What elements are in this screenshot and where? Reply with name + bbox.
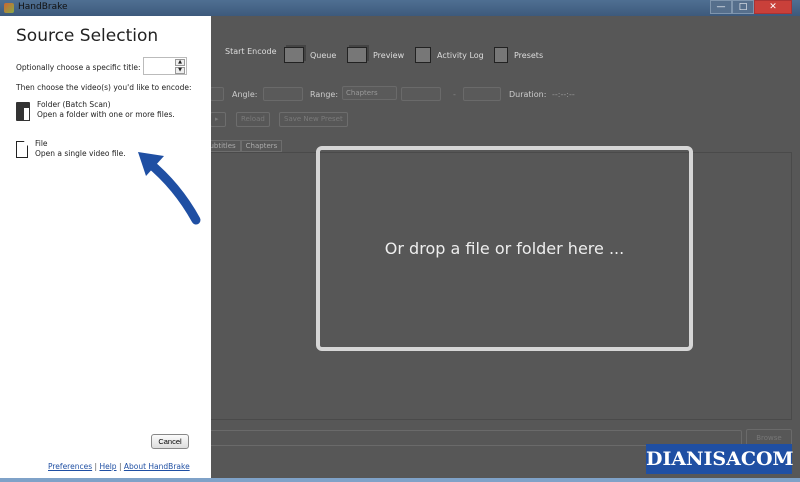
activity-log-button[interactable]: Activity Log (415, 47, 484, 63)
range-dropdown[interactable]: Chapters (342, 86, 397, 100)
title-dropdown[interactable] (210, 87, 224, 101)
save-new-preset-button[interactable]: Save New Preset (279, 112, 348, 127)
folder-icon (16, 102, 30, 121)
annotation-arrow-icon (138, 152, 201, 225)
duration-label: Duration: (509, 90, 547, 99)
title-prompt: Optionally choose a specific title: (16, 63, 141, 72)
file-option-desc: Open a single video file. (35, 149, 126, 158)
preview-button[interactable]: Preview (347, 47, 404, 63)
file-option-title: File (35, 139, 48, 148)
next-button[interactable]: ▸ (210, 112, 226, 127)
presets-label: Presets (514, 50, 544, 60)
angle-dropdown[interactable] (263, 87, 303, 101)
start-encode-label: Start Encode (225, 47, 277, 56)
duration-value: --:--:-- (552, 90, 575, 99)
file-option[interactable]: File Open a single video file. (16, 139, 126, 159)
folder-option-desc: Open a folder with one or more files. (37, 110, 175, 119)
watermark-logo: DIANISACOM (646, 444, 794, 474)
taskbar (0, 478, 800, 482)
start-encode-button[interactable]: Start Encode (225, 47, 277, 56)
queue-label: Queue (310, 50, 337, 60)
range-start-dropdown[interactable] (401, 87, 441, 101)
spin-down-icon[interactable]: ▼ (175, 67, 185, 74)
activity-log-icon (415, 47, 431, 63)
range-dash: - (453, 90, 456, 99)
presets-icon (494, 47, 508, 63)
spin-up-icon[interactable]: ▲ (175, 59, 185, 66)
link-separator: | (118, 462, 122, 471)
range-end-dropdown[interactable] (463, 87, 501, 101)
file-icon (16, 141, 28, 158)
title-spinner[interactable]: ▲ ▼ (143, 57, 187, 75)
queue-button[interactable]: Queue (284, 47, 336, 63)
preview-icon (347, 47, 367, 63)
reload-button[interactable]: Reload (236, 112, 270, 127)
angle-label: Angle: (232, 90, 258, 99)
panel-title: Source Selection (16, 26, 159, 46)
folder-option-title: Folder (Batch Scan) (37, 100, 111, 109)
cancel-button[interactable]: Cancel (151, 434, 189, 449)
drop-zone-text: Or drop a file or folder here ... (384, 239, 625, 258)
help-link[interactable]: Help (99, 462, 116, 471)
maximize-button[interactable]: □ (732, 0, 754, 14)
folder-batch-scan-option[interactable]: Folder (Batch Scan) Open a folder with on… (16, 100, 175, 121)
close-button[interactable]: ✕ (754, 0, 792, 14)
presets-button[interactable]: Presets (494, 47, 543, 63)
handbrake-app-icon (4, 3, 14, 13)
window-titlebar: HandBrake — □ ✕ (0, 0, 800, 16)
source-selection-panel: Source Selection Optionally choose a spe… (0, 16, 211, 478)
activity-log-label: Activity Log (437, 50, 484, 60)
minimize-button[interactable]: — (710, 0, 732, 14)
preferences-link[interactable]: Preferences (48, 462, 92, 471)
tab-chapters[interactable]: Chapters (240, 140, 283, 152)
window-title: HandBrake (18, 2, 68, 12)
link-separator: | (94, 462, 98, 471)
about-handbrake-link[interactable]: About HandBrake (124, 462, 190, 471)
drop-zone[interactable]: Or drop a file or folder here ... (316, 146, 693, 351)
queue-icon (284, 47, 304, 63)
preview-label: Preview (373, 50, 405, 60)
choose-prompt: Then choose the video(s) you'd like to e… (16, 83, 192, 92)
range-label: Range: (310, 90, 339, 99)
